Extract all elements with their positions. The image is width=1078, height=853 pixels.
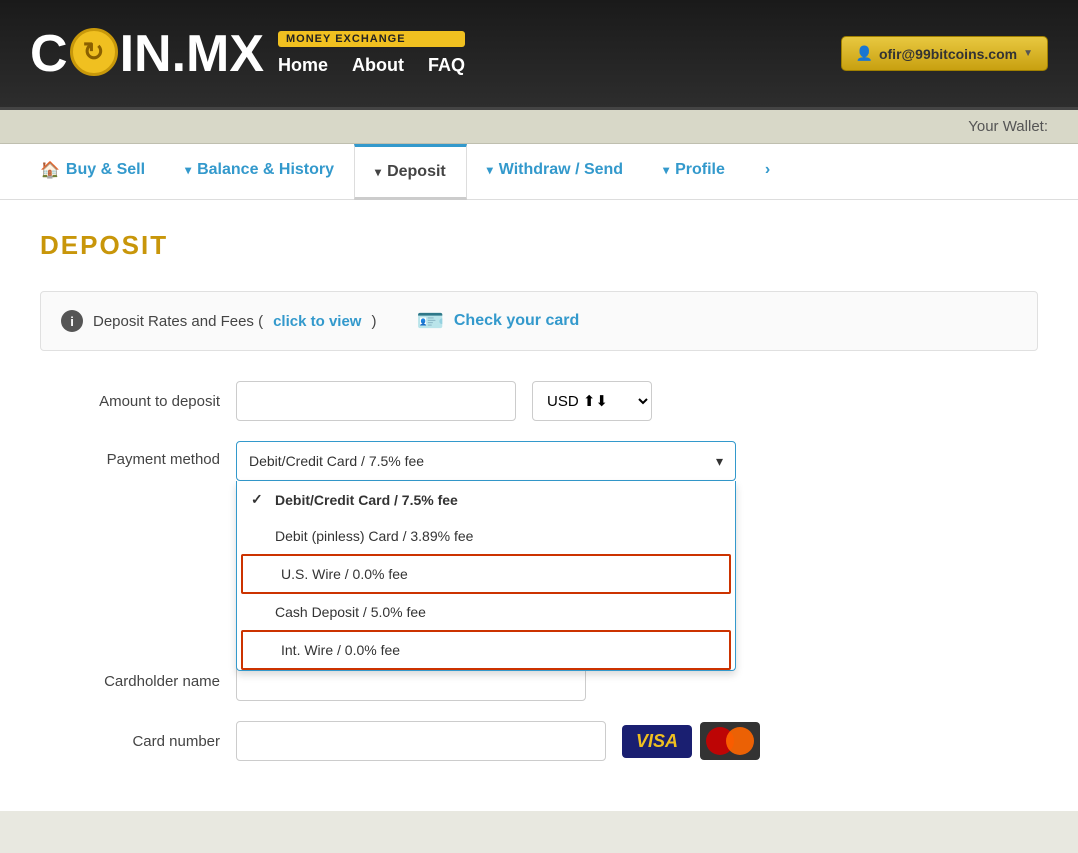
coin-icon	[70, 28, 118, 76]
dropdown-item-int-wire-label: Int. Wire / 0.0% fee	[281, 642, 400, 658]
dropdown-item-debit-credit[interactable]: ✓ Debit/Credit Card / 7.5% fee	[237, 481, 735, 518]
nav-faq[interactable]: FAQ	[428, 55, 465, 76]
visa-logo: VISA	[622, 725, 692, 758]
dropdown-item-us-wire[interactable]: U.S. Wire / 0.0% fee	[241, 554, 731, 594]
dropdown-item-cash-deposit[interactable]: Cash Deposit / 5.0% fee	[237, 594, 735, 630]
card-number-label: Card number	[40, 733, 220, 750]
nav-home[interactable]: Home	[278, 55, 328, 76]
chevron-down-icon: ▾	[185, 163, 191, 177]
chevron-down-icon-4: ▾	[663, 163, 669, 177]
more-icon: ›	[765, 161, 770, 179]
page-title: DEPOSIT	[40, 230, 1038, 261]
chevron-down-icon-2: ▾	[375, 165, 381, 179]
dropdown-item-debit-pinless-label: Debit (pinless) Card / 3.89% fee	[275, 528, 473, 544]
info-bar: i Deposit Rates and Fees ( click to view…	[40, 291, 1038, 351]
nav-links: Home About FAQ	[278, 55, 465, 76]
tab-withdraw-send-label: Withdraw / Send	[499, 161, 623, 179]
tab-buy-sell-label: Buy & Sell	[66, 161, 145, 179]
card-number-input[interactable]	[236, 721, 606, 761]
home-icon: 🏠	[40, 160, 60, 180]
logo-area: C IN. MX MONEY EXCHANGE Home About FAQ	[30, 24, 465, 84]
check-card-label: Check your card	[454, 312, 579, 330]
dropdown-item-int-wire[interactable]: Int. Wire / 0.0% fee	[241, 630, 731, 670]
header-right: 👤 ofir@99bitcoins.com	[841, 36, 1048, 71]
cardholder-label: Cardholder name	[40, 673, 220, 690]
rates-text-before: Deposit Rates and Fees (	[93, 313, 263, 330]
tab-navigation: 🏠 Buy & Sell ▾ Balance & History ▾ Depos…	[0, 144, 1078, 200]
payment-method-trigger[interactable]: Debit/Credit Card / 7.5% fee ▾	[236, 441, 736, 481]
money-exchange-badge: MONEY EXCHANGE	[278, 31, 465, 47]
tab-profile[interactable]: ▾ Profile	[643, 144, 745, 199]
main-content: DEPOSIT i Deposit Rates and Fees ( click…	[0, 200, 1078, 811]
logo-wrapper: C IN. MX	[30, 24, 264, 84]
rates-text-after: )	[371, 313, 376, 330]
tab-deposit-label: Deposit	[387, 163, 446, 181]
tab-deposit[interactable]: ▾ Deposit	[354, 144, 467, 200]
dropdown-item-debit-credit-label: Debit/Credit Card / 7.5% fee	[275, 492, 458, 508]
card-logos: VISA	[622, 722, 760, 760]
payment-selected-text: Debit/Credit Card / 7.5% fee	[249, 453, 424, 469]
logo-in-text: IN.	[120, 24, 186, 84]
badge-nav-area: MONEY EXCHANGE Home About FAQ	[278, 31, 465, 76]
wallet-label: Your Wallet:	[968, 118, 1048, 135]
payment-method-row: Payment method Debit/Credit Card / 7.5% …	[40, 441, 1038, 481]
chevron-down-icon-3: ▾	[487, 163, 493, 177]
tab-more[interactable]: ›	[745, 144, 790, 199]
user-account-button[interactable]: 👤 ofir@99bitcoins.com	[841, 36, 1048, 71]
currency-select[interactable]: USD ⬆⬇ EUR BTC	[532, 381, 652, 421]
user-icon: 👤	[856, 45, 873, 62]
payment-method-label: Payment method	[40, 441, 220, 468]
amount-label: Amount to deposit	[40, 393, 220, 410]
tab-balance-history-label: Balance & History	[197, 161, 334, 179]
checkmark-icon: ✓	[251, 491, 267, 508]
nav-about[interactable]: About	[352, 55, 404, 76]
logo-mx-text: MX	[186, 24, 264, 84]
deposit-rates-section: i Deposit Rates and Fees ( click to view…	[61, 310, 376, 332]
payment-method-container: Debit/Credit Card / 7.5% fee ▾ ✓ Debit/C…	[236, 441, 736, 481]
dropdown-arrow-icon: ▾	[716, 453, 723, 470]
dropdown-item-debit-pinless[interactable]: Debit (pinless) Card / 3.89% fee	[237, 518, 735, 554]
dropdown-item-us-wire-label: U.S. Wire / 0.0% fee	[281, 566, 408, 582]
tab-balance-history[interactable]: ▾ Balance & History	[165, 144, 354, 199]
amount-input[interactable]	[236, 381, 516, 421]
logo-coin-text: C	[30, 24, 68, 84]
click-to-view-link[interactable]: click to view	[273, 313, 361, 330]
payment-method-dropdown: ✓ Debit/Credit Card / 7.5% fee Debit (pi…	[236, 481, 736, 671]
tab-withdraw-send[interactable]: ▾ Withdraw / Send	[467, 144, 643, 199]
tab-profile-label: Profile	[675, 161, 725, 179]
card-number-row: Card number VISA	[40, 721, 1038, 761]
user-email: ofir@99bitcoins.com	[879, 46, 1017, 62]
check-card-section[interactable]: 🪪 Check your card	[416, 308, 579, 334]
dropdown-item-cash-deposit-label: Cash Deposit / 5.0% fee	[275, 604, 426, 620]
info-icon: i	[61, 310, 83, 332]
amount-row: Amount to deposit USD ⬆⬇ EUR BTC	[40, 381, 1038, 421]
tab-buy-sell[interactable]: 🏠 Buy & Sell	[20, 144, 165, 199]
mastercard-logo	[700, 722, 760, 760]
header: C IN. MX MONEY EXCHANGE Home About FAQ 👤…	[0, 0, 1078, 110]
credit-card-icon: 🪪	[416, 308, 443, 334]
wallet-bar: Your Wallet:	[0, 110, 1078, 144]
mc-orange-circle	[726, 727, 754, 755]
